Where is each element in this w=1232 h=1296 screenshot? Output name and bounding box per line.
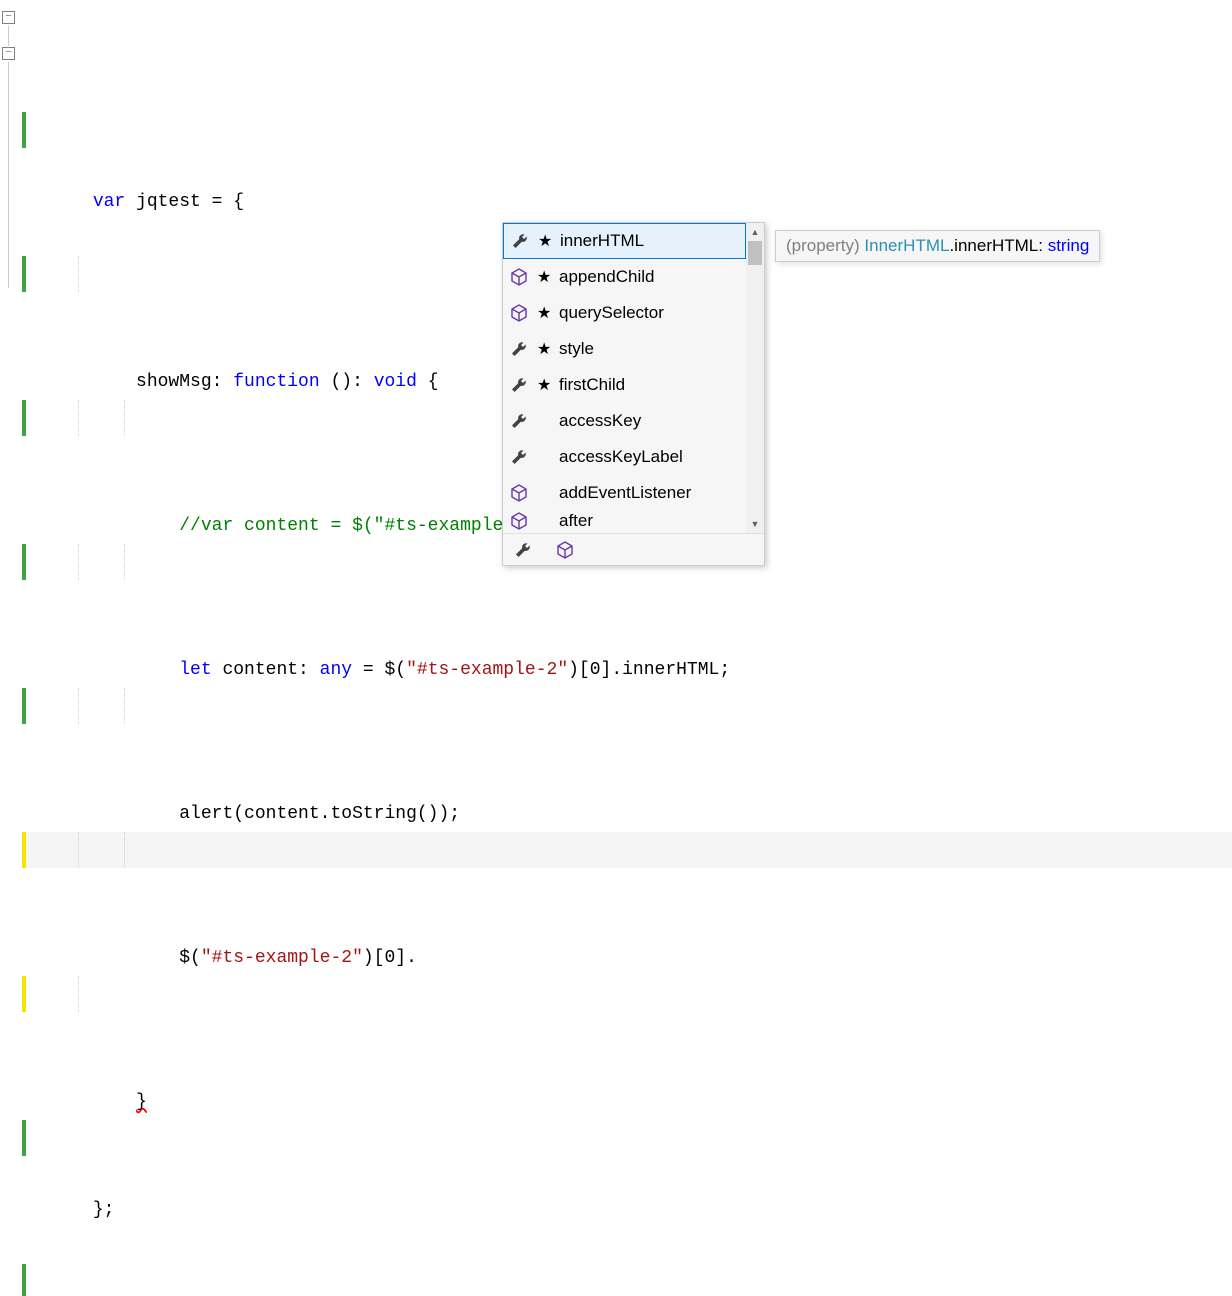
- code-line: }: [22, 976, 1232, 1012]
- kw-void: void: [374, 372, 417, 392]
- autocomplete-item-label: appendChild: [559, 267, 654, 287]
- autocomplete-item-label: after: [559, 511, 593, 531]
- autocomplete-item-firstchild[interactable]: ★ firstChild: [503, 367, 746, 403]
- scroll-down-arrow[interactable]: ▼: [746, 515, 764, 533]
- kw-any: any: [320, 660, 352, 680]
- cube-icon: [509, 303, 529, 323]
- kw-let: let: [179, 660, 211, 680]
- tooltip-kind: (property): [786, 236, 864, 255]
- star-icon: ★: [537, 267, 551, 287]
- error-brace: }: [136, 1092, 147, 1112]
- star-icon: ★: [537, 375, 551, 395]
- autocomplete-list[interactable]: ★ innerHTML ★ appendChild ★ querySelector ★ sty…: [503, 223, 746, 533]
- autocomplete-item-label: firstChild: [559, 375, 625, 395]
- cube-icon: [509, 483, 529, 503]
- wrench-icon: [509, 375, 529, 395]
- code-line-current: $("#ts-example-2")[0].: [22, 832, 1232, 868]
- code-line: };: [22, 1120, 1232, 1156]
- code-line: alert(content.toString());: [22, 688, 1232, 724]
- cube-icon: [509, 511, 529, 531]
- tooltip-valtype: string: [1048, 236, 1090, 255]
- tooltip-type: InnerHTML: [864, 236, 949, 255]
- kw-var: var: [93, 192, 125, 212]
- star-icon: ★: [538, 231, 552, 251]
- fold-gutter: − −: [0, 0, 22, 648]
- autocomplete-item-label: accessKey: [559, 411, 641, 431]
- wrench-icon: [509, 411, 529, 431]
- autocomplete-filter-bar: [503, 533, 764, 565]
- fold-toggle-outer[interactable]: −: [2, 11, 15, 24]
- autocomplete-popup[interactable]: ★ innerHTML ★ appendChild ★ querySelector ★ sty…: [502, 222, 765, 566]
- scroll-up-arrow[interactable]: ▲: [746, 223, 764, 241]
- filter-wrench-icon[interactable]: [513, 540, 533, 560]
- wrench-icon: [509, 447, 529, 467]
- filter-cube-icon[interactable]: [555, 540, 575, 560]
- autocomplete-item-label: querySelector: [559, 303, 664, 323]
- string-literal: "#ts-example-2": [201, 948, 363, 968]
- code-line: var jqtest = {: [22, 112, 1232, 148]
- autocomplete-tooltip: (property) InnerHTML.innerHTML: string: [775, 230, 1100, 262]
- autocomplete-item-label: addEventListener: [559, 483, 691, 503]
- autocomplete-item-after[interactable]: after: [503, 511, 746, 533]
- kw-function: function: [233, 372, 319, 392]
- autocomplete-item-innerhtml[interactable]: ★ innerHTML: [503, 223, 746, 259]
- autocomplete-scrollbar[interactable]: ▲ ▼: [746, 223, 764, 533]
- autocomplete-item-accesskeylabel[interactable]: accessKeyLabel: [503, 439, 746, 475]
- wrench-icon: [510, 231, 530, 251]
- code-line: [22, 1264, 1232, 1296]
- cube-icon: [509, 267, 529, 287]
- autocomplete-item-label: innerHTML: [560, 231, 644, 251]
- autocomplete-item-accesskey[interactable]: accessKey: [503, 403, 746, 439]
- star-icon: ★: [537, 339, 551, 359]
- tooltip-member: .innerHTML:: [949, 236, 1047, 255]
- wrench-icon: [509, 339, 529, 359]
- autocomplete-item-style[interactable]: ★ style: [503, 331, 746, 367]
- autocomplete-item-appendchild[interactable]: ★ appendChild: [503, 259, 746, 295]
- autocomplete-item-addeventlistener[interactable]: addEventListener: [503, 475, 746, 511]
- string-literal: "#ts-example-2": [406, 660, 568, 680]
- scroll-thumb[interactable]: [748, 241, 762, 265]
- autocomplete-item-queryselector[interactable]: ★ querySelector: [503, 295, 746, 331]
- autocomplete-item-label: style: [559, 339, 594, 359]
- autocomplete-item-label: accessKeyLabel: [559, 447, 683, 467]
- fold-toggle-inner[interactable]: −: [2, 47, 15, 60]
- star-icon: ★: [537, 303, 551, 323]
